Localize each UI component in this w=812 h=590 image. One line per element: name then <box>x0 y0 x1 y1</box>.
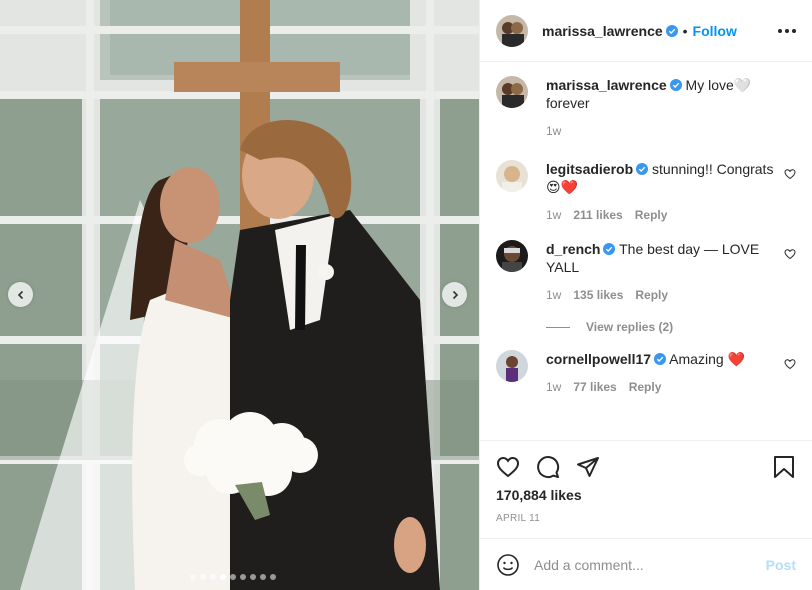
like-comment-heart-icon[interactable] <box>784 168 796 180</box>
reply-button[interactable]: Reply <box>635 206 668 224</box>
emoji-smiley-icon[interactable] <box>496 553 520 577</box>
avatar-image <box>496 350 528 382</box>
comment-age[interactable]: 1w <box>546 286 561 304</box>
follow-button[interactable]: Follow <box>693 23 737 39</box>
caption-age[interactable]: 1w <box>546 122 561 140</box>
author-avatar[interactable] <box>496 14 528 47</box>
comments-list[interactable]: marissa_lawrence My love🤍forever 1w legi… <box>480 62 812 440</box>
verified-badge-icon <box>665 24 678 37</box>
commenter-username[interactable]: cornellpowell17 <box>546 351 651 367</box>
instagram-post: marissa_lawrence • Follow marissa_lawren… <box>0 0 812 590</box>
like-comment-heart-icon[interactable] <box>784 248 796 260</box>
comment-likes[interactable]: 135 likes <box>573 286 623 304</box>
add-comment-bar: Post <box>480 538 812 590</box>
avatar-image <box>496 240 528 272</box>
post-actions: 170,884 likes APRIL 11 <box>480 440 812 524</box>
comment-age[interactable]: 1w <box>546 206 561 224</box>
carousel-dot <box>270 574 276 580</box>
verified-badge-icon <box>669 79 682 91</box>
like-heart-icon[interactable] <box>496 455 520 479</box>
view-replies-button[interactable]: View replies (2) <box>546 320 796 334</box>
comment-input[interactable] <box>534 556 766 573</box>
comment-item: cornellpowell17 Amazing ❤️ 1w 77 likes R… <box>496 350 796 396</box>
carousel-dot <box>260 574 266 580</box>
comment-likes[interactable]: 211 likes <box>573 206 622 224</box>
avatar-image <box>496 76 528 108</box>
like-comment-heart-icon[interactable] <box>784 358 796 370</box>
reply-button[interactable]: Reply <box>629 378 662 396</box>
carousel-dot <box>210 574 216 580</box>
view-replies-label: View replies (2) <box>586 320 674 334</box>
avatar-image <box>496 160 528 192</box>
post-date[interactable]: APRIL 11 <box>496 513 796 524</box>
header-separator: • <box>682 22 688 39</box>
verified-badge-icon <box>636 163 649 175</box>
verified-badge-icon <box>654 353 667 365</box>
next-photo-button[interactable] <box>442 282 467 307</box>
comment-age[interactable]: 1w <box>546 378 561 396</box>
commenter-avatar[interactable] <box>496 160 528 192</box>
caption: marissa_lawrence My love🤍forever 1w <box>496 76 796 140</box>
post-header: marissa_lawrence • Follow <box>480 0 812 62</box>
verified-badge-icon <box>603 243 616 255</box>
bookmark-icon[interactable] <box>772 455 796 479</box>
comment-item: d_rench The best day — LOVE YALL 1w 135 … <box>496 240 796 304</box>
carousel-indicator <box>190 574 276 580</box>
carousel-dot <box>250 574 256 580</box>
avatar-image <box>496 14 528 47</box>
view-replies-line <box>546 326 570 328</box>
carousel-dot <box>200 574 206 580</box>
commenter-avatar[interactable] <box>496 350 528 382</box>
carousel-dot <box>220 574 226 580</box>
caption-avatar[interactable] <box>496 76 528 108</box>
reply-button[interactable]: Reply <box>635 286 668 304</box>
likes-count[interactable]: 170,884 likes <box>496 487 796 503</box>
post-side-panel: marissa_lawrence • Follow marissa_lawren… <box>479 0 812 590</box>
carousel-dot <box>190 574 196 580</box>
commenter-username[interactable]: legitsadierob <box>546 161 633 177</box>
carousel-dot <box>230 574 236 580</box>
chevron-left-icon <box>17 290 23 299</box>
chevron-right-icon <box>452 290 458 299</box>
post-comment-button[interactable]: Post <box>766 557 796 573</box>
previous-photo-button[interactable] <box>8 282 33 307</box>
wedding-photo-image <box>0 0 479 590</box>
comment-bubble-icon[interactable] <box>536 455 560 479</box>
comment-item: legitsadierob stunning!! Congrats 😍❤️ 1w… <box>496 160 796 224</box>
caption-username[interactable]: marissa_lawrence <box>546 77 667 93</box>
carousel-dot <box>240 574 246 580</box>
more-options-icon[interactable] <box>778 28 796 33</box>
comment-text: Amazing ❤️ <box>669 351 745 367</box>
share-paper-plane-icon[interactable] <box>576 455 600 479</box>
post-photo[interactable] <box>0 0 479 590</box>
author-username[interactable]: marissa_lawrence <box>542 23 663 39</box>
comment-likes[interactable]: 77 likes <box>573 378 616 396</box>
commenter-avatar[interactable] <box>496 240 528 272</box>
commenter-username[interactable]: d_rench <box>546 241 600 257</box>
